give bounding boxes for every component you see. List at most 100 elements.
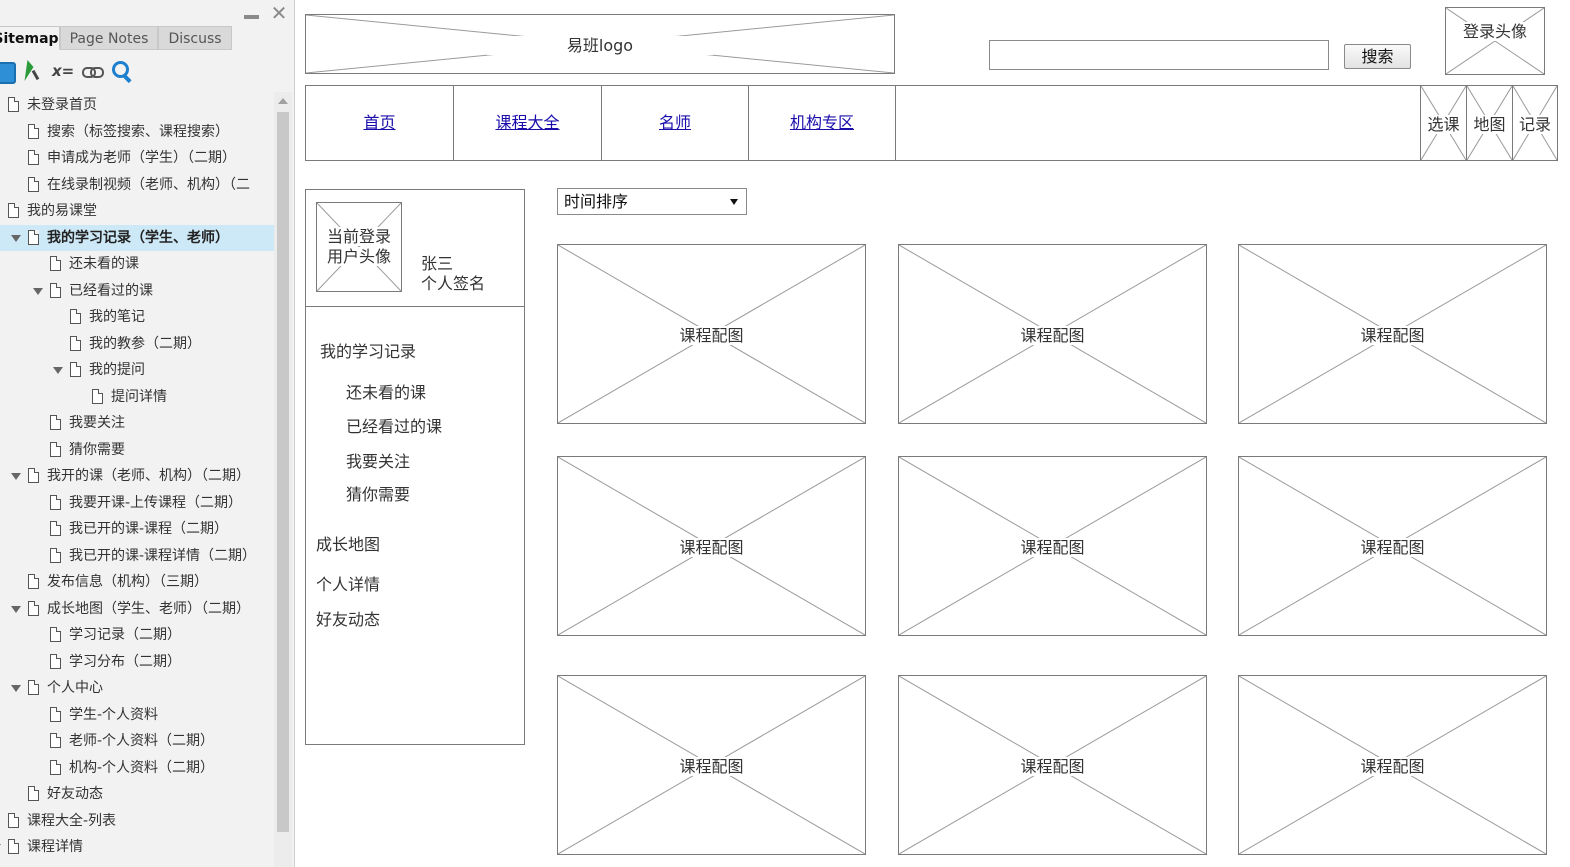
page-icon: [28, 150, 39, 165]
tree-item[interactable]: 学生-个人资料: [0, 702, 274, 728]
menu-my-learning[interactable]: 我的学习记录: [320, 338, 416, 362]
search-icon[interactable]: [112, 60, 132, 82]
cursor-icon[interactable]: [24, 60, 42, 82]
page-icon: [50, 282, 61, 298]
expand-caret-icon[interactable]: [33, 287, 43, 295]
course-image-card[interactable]: 课程配图: [1238, 456, 1547, 636]
expand-caret-icon[interactable]: [11, 234, 21, 242]
tree-item[interactable]: 我已开的课-课程（二期）: [0, 516, 274, 542]
nav-link-teachers[interactable]: 名师: [659, 113, 691, 132]
add-page-icon[interactable]: [0, 62, 16, 84]
nav-home[interactable]: 首页: [306, 86, 454, 160]
nav-select-course-box[interactable]: 选课: [1420, 86, 1466, 160]
menu-profile[interactable]: 个人详情: [316, 571, 380, 595]
tree-item[interactable]: 提问详情: [0, 384, 274, 410]
tree-item[interactable]: 我的教参（二期）: [0, 331, 274, 357]
tab-page-notes[interactable]: Page Notes: [60, 26, 158, 50]
page-icon: [28, 574, 39, 589]
sitemap-toolbar: x=: [0, 50, 294, 90]
course-image-label: 课程配图: [677, 757, 746, 776]
avatar-label-line2: 用户头像: [324, 247, 393, 266]
tree-item[interactable]: 猜你需要: [0, 437, 274, 463]
nav-institutions[interactable]: 机构专区: [749, 86, 896, 160]
tree-item[interactable]: 机构-个人资料（二期）: [0, 755, 274, 781]
tree-item[interactable]: 我要开课-上传课程（二期）: [0, 490, 274, 516]
tree-item[interactable]: 我要关注: [0, 410, 274, 436]
user-sidebar: 当前登录 用户头像 张三 个人签名 我的学习记录 还未看的课 已经看过的课 我要…: [305, 189, 525, 745]
tree-item[interactable]: 我的学习记录（学生、老师）: [0, 224, 274, 251]
variables-icon[interactable]: x=: [52, 60, 74, 82]
expand-caret-icon[interactable]: [0, 844, 1, 851]
page-icon: [92, 388, 103, 404]
search-button[interactable]: 搜索: [1344, 44, 1411, 69]
menu-watched[interactable]: 已经看过的课: [346, 413, 442, 437]
tree-item[interactable]: 学习记录（二期）: [0, 622, 274, 648]
close-icon[interactable]: ✕: [270, 3, 288, 23]
tree-item[interactable]: 未登录首页: [0, 92, 274, 118]
tree-scrollbar[interactable]: [274, 92, 292, 867]
tree-item-label: 课程大全-列表: [27, 812, 117, 829]
course-image-card[interactable]: 课程配图: [1238, 675, 1547, 855]
nav-link-courses[interactable]: 课程大全: [495, 113, 559, 132]
tree-item[interactable]: 还未看的课: [0, 251, 274, 277]
tree-item[interactable]: 在线录制视频（老师、机构）（二: [0, 172, 274, 198]
menu-unwatched[interactable]: 还未看的课: [346, 379, 426, 403]
tree-item[interactable]: 课程详情: [0, 834, 274, 860]
course-image-card[interactable]: 课程配图: [898, 244, 1207, 424]
panel-titlebar: ✕: [0, 0, 294, 26]
tab-sitemap[interactable]: Sitemap: [0, 26, 60, 50]
expand-caret-icon[interactable]: [11, 685, 21, 692]
tree-item[interactable]: 我的笔记: [0, 304, 274, 330]
tree-item[interactable]: 已经看过的课: [0, 278, 274, 304]
nav-courses[interactable]: 课程大全: [454, 86, 602, 160]
login-avatar-placeholder[interactable]: 登录头像: [1445, 7, 1545, 75]
minimize-icon[interactable]: [242, 4, 260, 22]
tree-item[interactable]: 我的易课堂: [0, 198, 274, 224]
course-image-card[interactable]: 课程配图: [1238, 244, 1547, 424]
course-image-card[interactable]: 课程配图: [898, 456, 1207, 636]
tree-item[interactable]: 我已开的课-课程详情（二期）: [0, 543, 274, 569]
nav-link-home[interactable]: 首页: [363, 113, 395, 132]
tree-item-label: 提问详情: [111, 388, 167, 405]
course-image-label: 课程配图: [1358, 757, 1427, 776]
course-image-card[interactable]: 课程配图: [557, 675, 866, 855]
tree-item[interactable]: 老师-个人资料（二期）: [0, 728, 274, 754]
tree-item[interactable]: 申请成为老师（学生）（二期）: [0, 145, 274, 171]
course-image-card[interactable]: 课程配图: [557, 244, 866, 424]
scroll-up-arrow-icon[interactable]: [278, 98, 288, 104]
tree-item[interactable]: 课程大全-列表: [0, 808, 274, 834]
tab-discuss[interactable]: Discuss: [158, 26, 232, 50]
menu-follow[interactable]: 我要关注: [346, 448, 410, 472]
tree-item[interactable]: 个人中心: [0, 675, 274, 701]
nav-record-box[interactable]: 记录: [1512, 86, 1557, 160]
expand-caret-icon[interactable]: [11, 473, 21, 480]
course-image-label: 课程配图: [677, 326, 746, 345]
tree-item[interactable]: 成长地图（学生、老师）（二期）: [0, 596, 274, 622]
course-image-card[interactable]: 课程配图: [557, 456, 866, 636]
tree-item[interactable]: 学习分布（二期）: [0, 649, 274, 675]
page-icon: [50, 547, 61, 563]
scroll-thumb[interactable]: [277, 112, 289, 832]
course-image-card[interactable]: 课程配图: [898, 675, 1207, 855]
sort-select[interactable]: 时间排序: [557, 188, 747, 215]
search-input[interactable]: [989, 40, 1329, 70]
nav-teachers[interactable]: 名师: [602, 86, 749, 160]
tree-item[interactable]: 发布信息（机构）（三期）: [0, 569, 274, 595]
nav-link-institutions[interactable]: 机构专区: [790, 113, 854, 132]
tree-item[interactable]: 我开的课（老师、机构）（二期）: [0, 463, 274, 489]
tree-item-label: 搜索（标签搜索、课程搜索）: [47, 123, 229, 140]
menu-friend-feed[interactable]: 好友动态: [316, 606, 380, 630]
menu-growth-map[interactable]: 成长地图: [316, 531, 380, 555]
page-icon: [8, 839, 19, 854]
tree-item-label: 学习分布（二期）: [69, 653, 181, 670]
tree-item[interactable]: 我的提问: [0, 357, 274, 383]
tree-item[interactable]: 好友动态: [0, 781, 274, 807]
tree-item-label: 我要关注: [69, 415, 125, 431]
expand-caret-icon[interactable]: [11, 605, 21, 613]
tree-item[interactable]: 搜索（标签搜索、课程搜索）: [0, 119, 274, 145]
expand-caret-icon[interactable]: [53, 367, 63, 374]
link-icon[interactable]: [82, 60, 104, 82]
menu-recommend[interactable]: 猜你需要: [346, 481, 410, 505]
tree-item-label: 猜你需要: [69, 441, 125, 458]
nav-map-box[interactable]: 地图: [1466, 86, 1512, 160]
